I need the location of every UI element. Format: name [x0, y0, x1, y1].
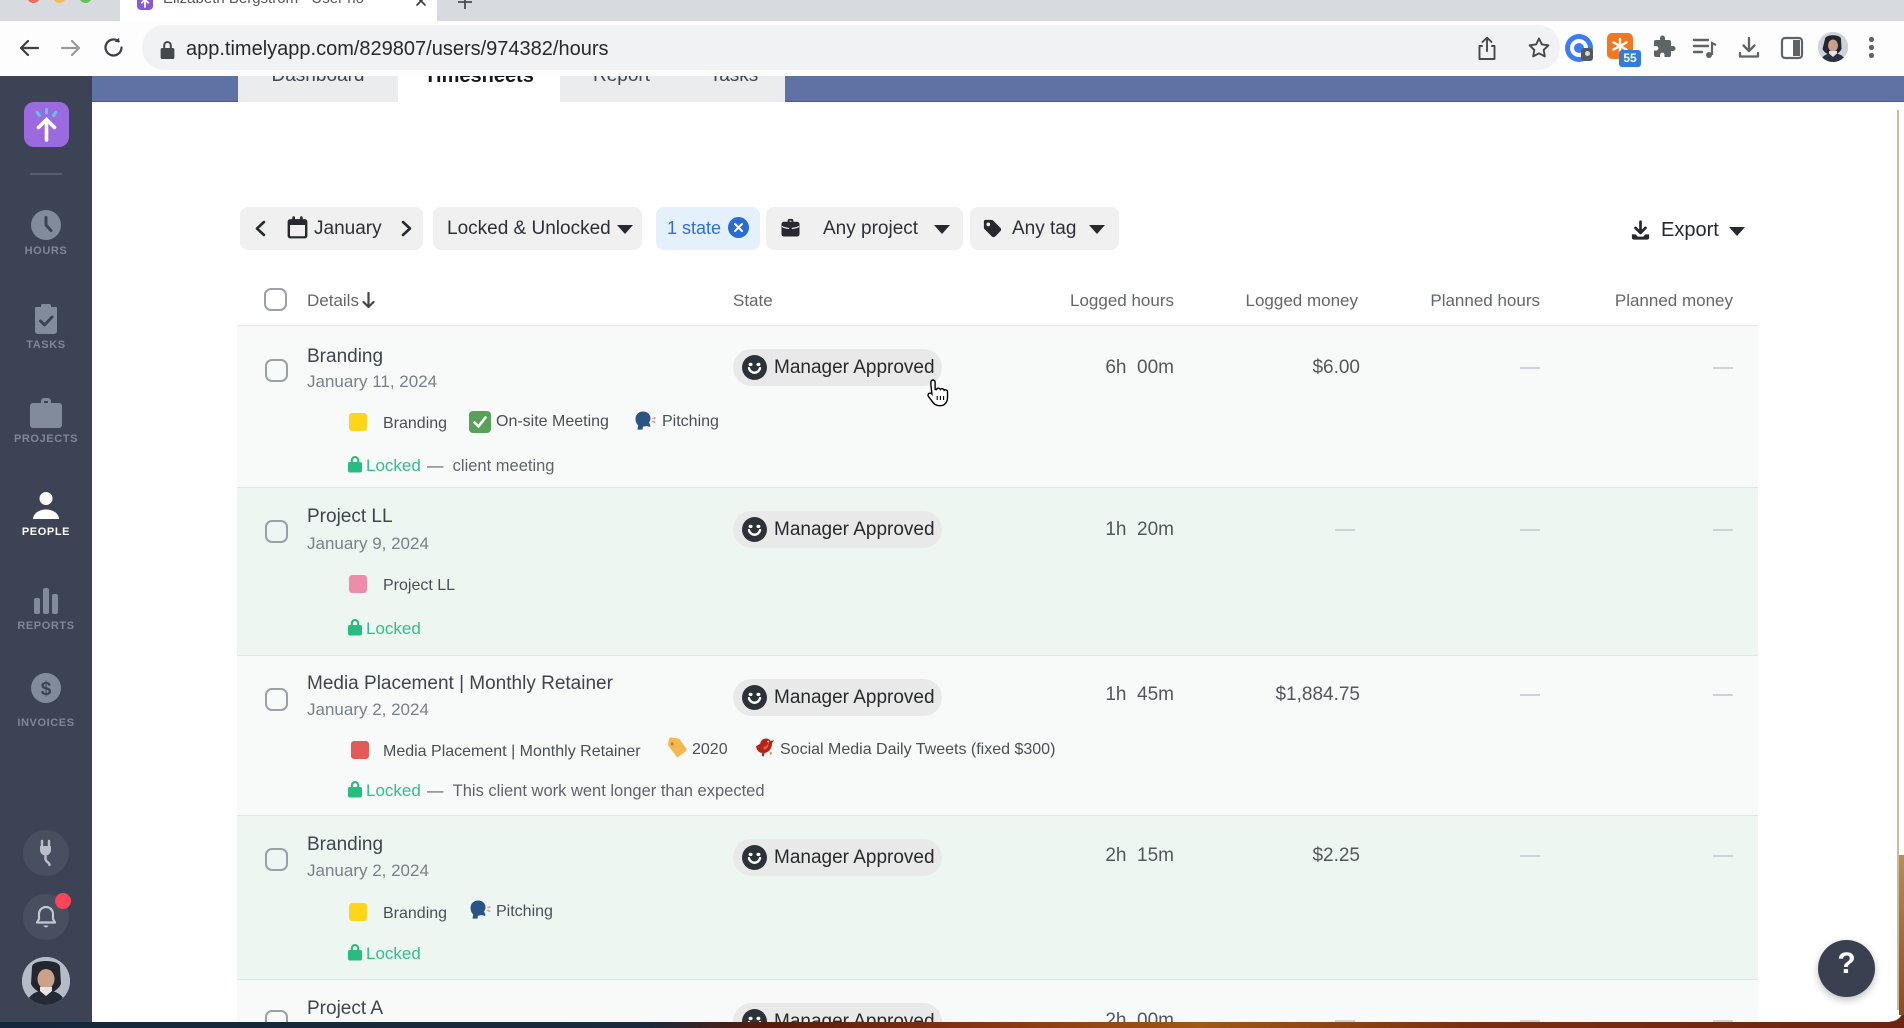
- svg-text:$: $: [41, 679, 52, 700]
